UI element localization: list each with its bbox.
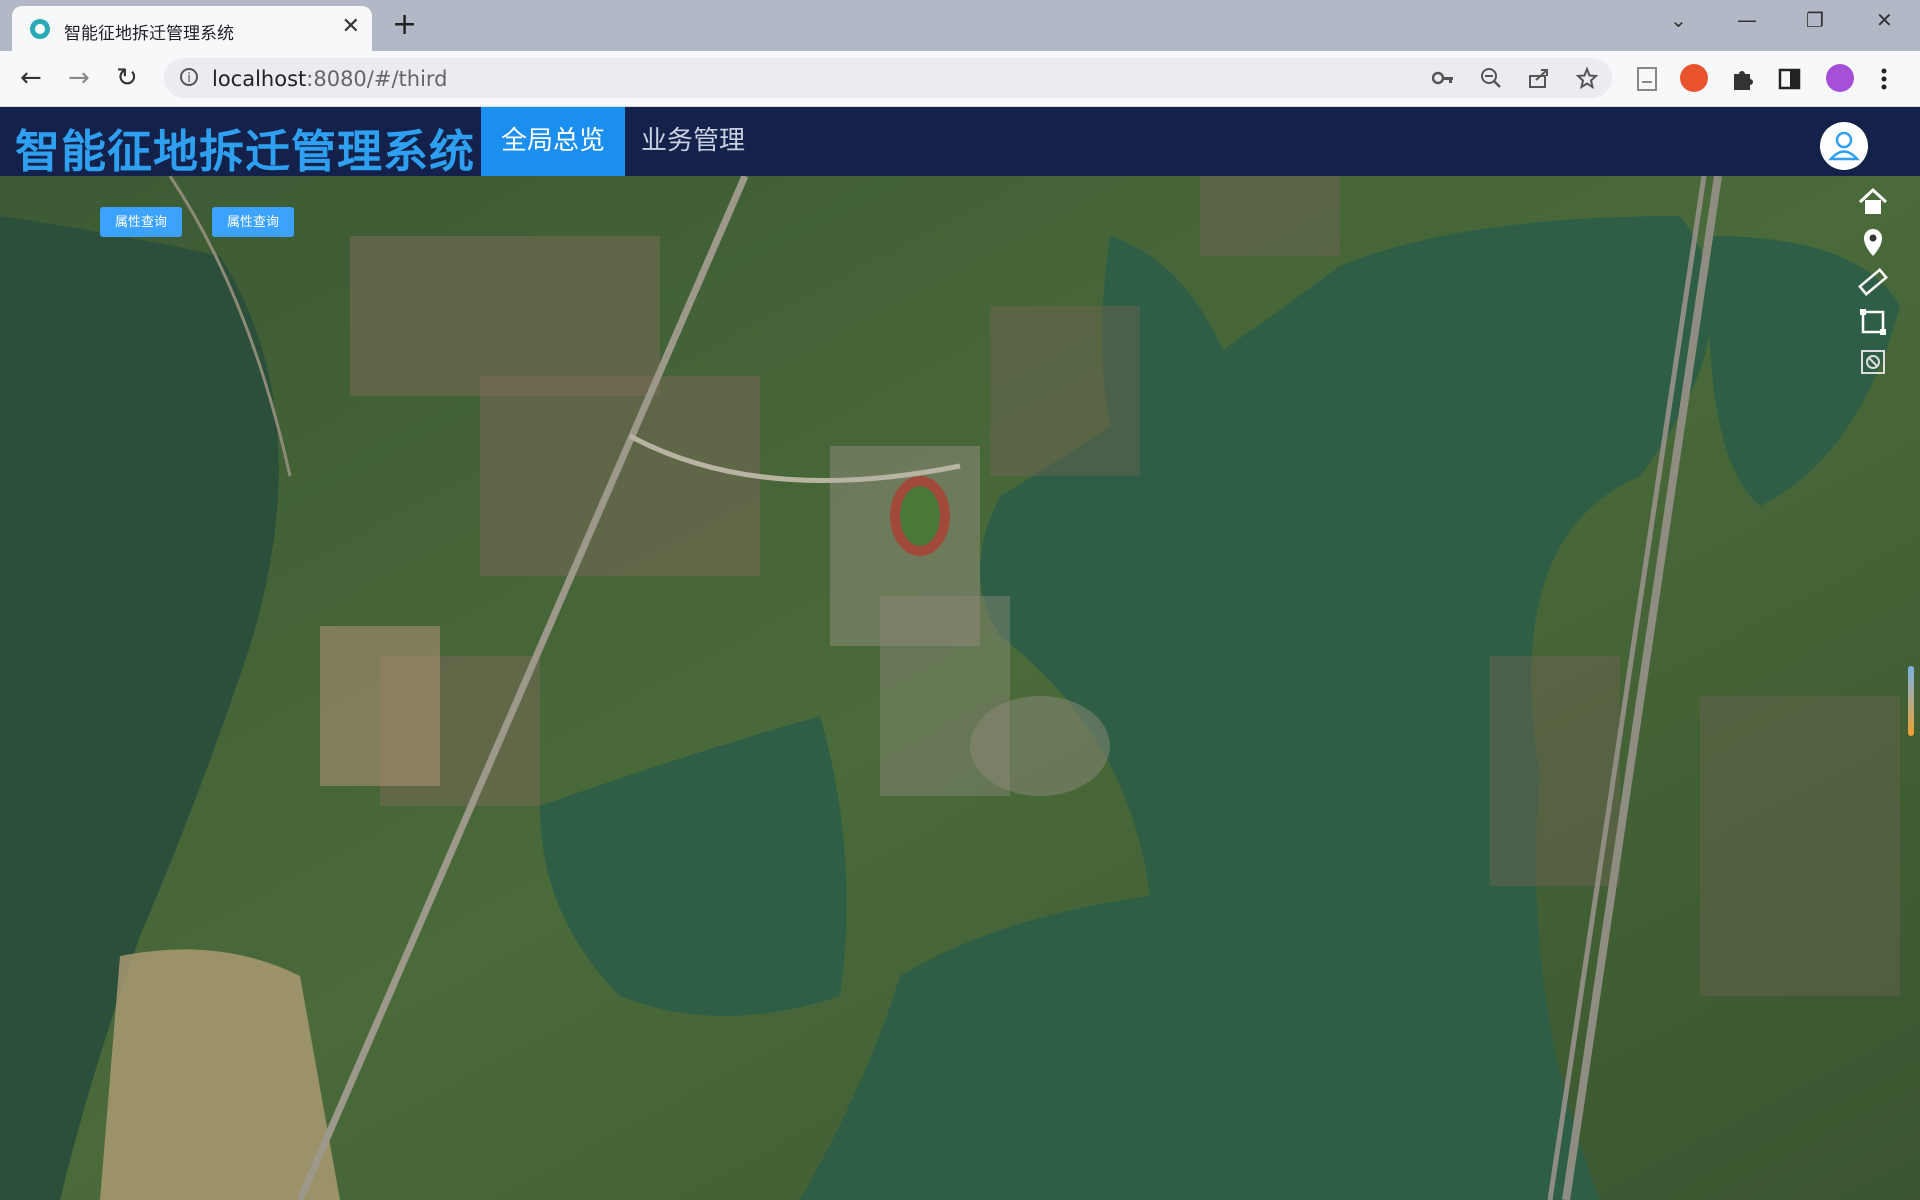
site-info-icon[interactable]: i (180, 68, 198, 86)
new-tab-button[interactable]: + (392, 8, 417, 42)
puzzle-icon[interactable] (1730, 66, 1756, 92)
url-host: localhost (212, 67, 307, 91)
profile-avatar[interactable] (1826, 64, 1854, 92)
menu-dots-icon[interactable] (1880, 66, 1888, 92)
reading-mode-icon[interactable] (1636, 66, 1658, 92)
favicon-icon (30, 19, 50, 39)
browser-tab[interactable]: 智能征地拆迁管理系统 ✕ (12, 6, 372, 51)
ruler-icon[interactable] (1857, 266, 1889, 298)
app-title: 智能征地拆迁管理系统 (15, 125, 476, 178)
browser-toolbar: ← → ↻ i localhost:8080/#/third (0, 51, 1920, 107)
rectangle-draw-icon[interactable] (1857, 306, 1889, 338)
map-scroll-indicator[interactable] (1908, 666, 1914, 736)
reload-button[interactable]: ↻ (116, 63, 138, 93)
back-button[interactable]: ← (20, 63, 42, 93)
forward-button[interactable]: → (68, 63, 90, 93)
bookmark-star-icon[interactable] (1576, 67, 1598, 89)
tab-search-icon[interactable]: ⌄ (1670, 8, 1687, 32)
clear-icon[interactable] (1857, 346, 1889, 378)
minimize-button[interactable]: — (1737, 8, 1757, 32)
tab-close-icon[interactable]: ✕ (342, 16, 360, 38)
url-path: :8080/#/third (306, 67, 448, 91)
browser-tabstrip: 智能征地拆迁管理系统 ✕ + ⌄ — ❐ ✕ (0, 0, 1920, 51)
tab-title: 智能征地拆迁管理系统 (64, 24, 234, 44)
user-icon (1828, 131, 1860, 161)
address-bar[interactable]: i localhost:8080/#/third (164, 58, 1612, 98)
attribute-query-button-2[interactable]: 属性查询 (212, 207, 295, 237)
extension-icon[interactable] (1680, 64, 1708, 92)
zoom-icon[interactable] (1480, 67, 1502, 89)
restore-button[interactable]: ❐ (1806, 8, 1824, 32)
nav-business[interactable]: 业务管理 (621, 107, 765, 176)
attribute-query-button-1[interactable]: 属性查询 (100, 207, 183, 237)
sidebar-icon[interactable] (1778, 67, 1802, 91)
satellite-map[interactable]: 属性查询 属性查询 (0, 176, 1920, 1200)
satellite-imagery (0, 176, 1920, 1200)
nav-overview[interactable]: 全局总览 (481, 107, 626, 176)
key-icon[interactable] (1432, 68, 1454, 88)
home-icon[interactable] (1857, 186, 1889, 218)
location-pin-icon[interactable] (1857, 226, 1889, 258)
app-header: 智能征地拆迁管理系统 全局总览 业务管理 (0, 107, 1920, 178)
close-window-button[interactable]: ✕ (1876, 8, 1893, 32)
user-avatar[interactable] (1820, 122, 1868, 170)
url-text: localhost:8080/#/third (212, 67, 448, 91)
share-icon[interactable] (1528, 67, 1550, 89)
